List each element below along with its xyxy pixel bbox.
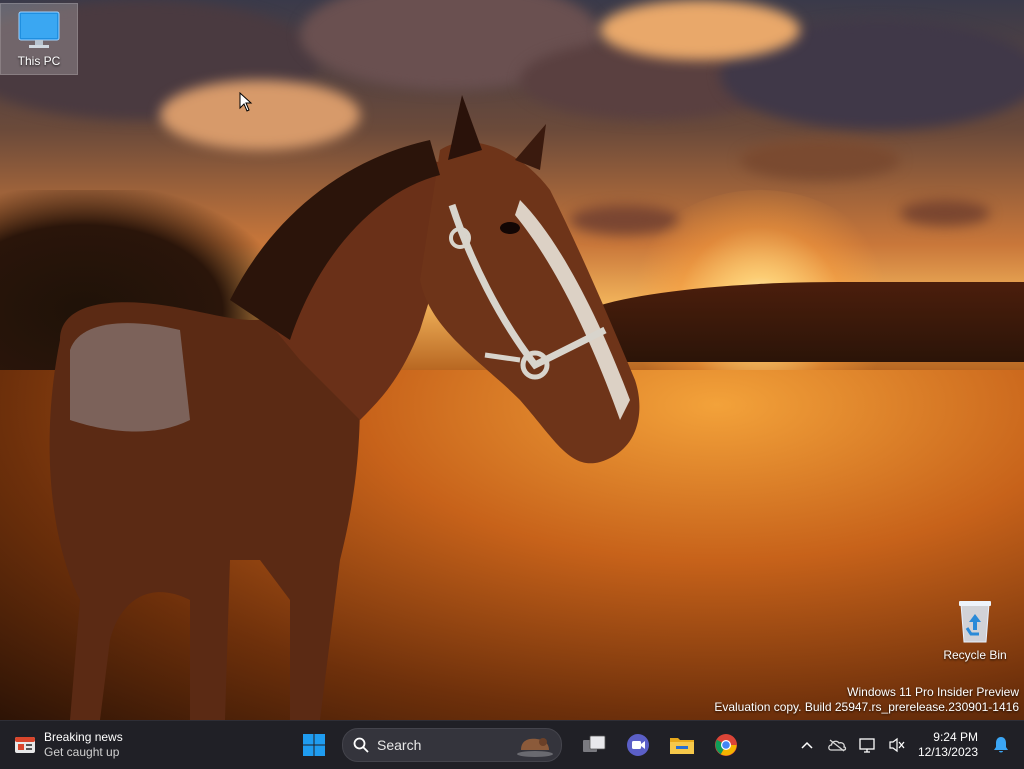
- search-highlight-icon: [517, 738, 553, 757]
- widget-subtitle: Get caught up: [44, 745, 120, 759]
- notification-bell-icon: [994, 737, 1008, 753]
- folder-icon: [670, 738, 694, 754]
- news-icon: [15, 737, 35, 753]
- desktop-icon-recycle-bin[interactable]: Recycle Bin: [937, 592, 1013, 662]
- chevron-up-icon: [801, 741, 813, 749]
- taskbar: Breaking news Get caught up Search 9:24 …: [0, 720, 1024, 769]
- clock-time: 9:24 PM: [933, 730, 978, 744]
- monitor-icon: [18, 11, 60, 48]
- search-placeholder: Search: [377, 737, 422, 753]
- system-tray: 9:24 PM 12/13/2023: [792, 721, 1024, 769]
- show-hidden-icons-button[interactable]: [792, 727, 822, 763]
- desktop-wallpaper: [0, 0, 1024, 720]
- desktop-icon-label: This PC: [17, 54, 61, 68]
- recycle-bin-icon: [959, 601, 991, 643]
- volume-muted-icon: [889, 737, 905, 753]
- watermark-build: Evaluation copy. Build 25947.rs_prerelea…: [714, 700, 1019, 714]
- chrome-icon: [715, 734, 737, 756]
- search-icon: [353, 737, 369, 753]
- network-icon: [859, 738, 875, 753]
- horse-illustration: [49, 95, 640, 720]
- video-call-icon: [627, 734, 649, 756]
- clock-button[interactable]: 9:24 PM 12/13/2023: [918, 730, 978, 760]
- windows-logo-icon: [303, 734, 325, 756]
- mouse-cursor-icon: [239, 92, 253, 112]
- desktop-icon-label: Recycle Bin: [943, 648, 1007, 662]
- widget-headline: Breaking news: [44, 730, 123, 744]
- onedrive-tray-button[interactable]: [822, 727, 852, 763]
- notifications-button[interactable]: [986, 727, 1016, 763]
- widgets-button[interactable]: Breaking news Get caught up: [14, 727, 123, 763]
- search-box[interactable]: Search: [342, 728, 562, 762]
- watermark-edition: Windows 11 Pro Insider Preview: [847, 685, 1019, 699]
- start-button[interactable]: [296, 727, 332, 763]
- meet-button[interactable]: [620, 727, 656, 763]
- onedrive-icon: [828, 739, 847, 752]
- clock-date: 12/13/2023: [917, 745, 978, 759]
- network-tray-button[interactable]: [852, 727, 882, 763]
- task-view-button[interactable]: [576, 727, 612, 763]
- desktop-icon-this-pc[interactable]: This PC: [0, 3, 78, 75]
- taskbar-center: Search: [296, 727, 752, 763]
- task-view-icon: [583, 735, 606, 752]
- chrome-button[interactable]: [708, 727, 744, 763]
- volume-tray-button[interactable]: [882, 727, 912, 763]
- evaluation-watermark: Windows 11 Pro Insider Preview Evaluatio…: [714, 685, 1019, 715]
- file-explorer-button[interactable]: [664, 727, 700, 763]
